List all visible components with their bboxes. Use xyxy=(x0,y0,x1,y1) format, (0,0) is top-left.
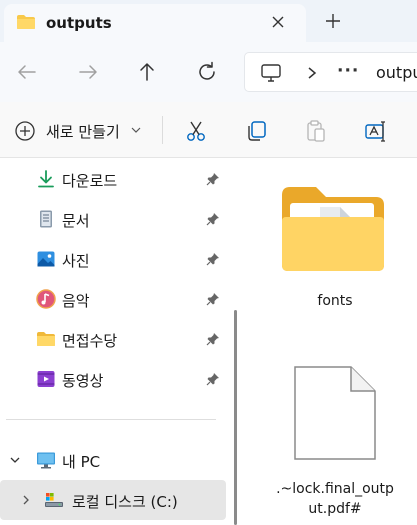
sidebar-item-documents[interactable]: 문서 xyxy=(0,199,226,239)
close-icon[interactable] xyxy=(268,12,288,32)
sidebar-item-label: 문서 xyxy=(62,212,90,230)
arrow-left-icon[interactable] xyxy=(14,59,40,85)
plus-circle-icon xyxy=(15,121,35,141)
chevron-right-icon[interactable] xyxy=(305,64,319,82)
sidebar-item-label: 내 PC xyxy=(62,453,101,471)
pin-icon[interactable] xyxy=(206,212,220,226)
document-icon xyxy=(40,210,52,228)
sidebar-item-downloads[interactable]: 다운로드 xyxy=(0,159,226,199)
sidebar-item-label: 동영상 xyxy=(62,372,104,390)
tab-outputs[interactable]: outputs xyxy=(4,4,306,42)
pin-icon[interactable] xyxy=(206,252,220,266)
command-bar: 새로 만들기 xyxy=(0,102,417,158)
paste-icon[interactable] xyxy=(304,119,328,143)
sidebar-item-label: 사진 xyxy=(62,252,90,270)
pin-icon[interactable] xyxy=(206,332,220,346)
file-item-document[interactable]: .~lock.final_outp ut.pdf# xyxy=(244,355,417,525)
file-icon xyxy=(294,366,376,460)
navigation-bar: ··· outputs xyxy=(0,42,417,102)
file-list: fonts .~lock.final_outp ut.pdf# xyxy=(244,159,417,525)
sidebar-item-music[interactable]: 음악 xyxy=(0,279,226,319)
pin-icon[interactable] xyxy=(206,292,220,306)
music-icon xyxy=(36,289,56,309)
sidebar-item-label: 음악 xyxy=(62,292,90,310)
file-name-line1: .~lock.final_outp xyxy=(276,481,394,497)
tab-bar: outputs xyxy=(0,0,417,42)
sidebar-item-this-pc[interactable]: 내 PC xyxy=(0,440,226,480)
cut-icon[interactable] xyxy=(184,119,208,143)
pictures-icon xyxy=(37,251,55,267)
sidebar-item-label: 다운로드 xyxy=(62,172,118,190)
file-item-folder[interactable]: fonts xyxy=(244,159,417,319)
drive-icon xyxy=(45,493,63,507)
download-icon xyxy=(38,170,54,188)
chevron-down-icon[interactable] xyxy=(9,454,21,466)
file-name-line2: ut.pdf# xyxy=(308,501,362,517)
tab-title: outputs xyxy=(46,14,112,32)
videos-icon xyxy=(37,371,55,387)
sidebar-divider xyxy=(6,419,216,420)
sidebar-item-pictures[interactable]: 사진 xyxy=(0,239,226,279)
copy-icon[interactable] xyxy=(244,119,268,143)
chevron-right-icon[interactable] xyxy=(20,494,32,506)
computer-icon[interactable] xyxy=(260,63,282,83)
chevron-down-icon xyxy=(131,127,141,133)
folder-icon xyxy=(282,187,384,271)
monitor-icon xyxy=(37,452,55,469)
refresh-icon[interactable] xyxy=(194,59,220,85)
arrow-right-icon[interactable] xyxy=(75,59,101,85)
navigation-pane: 다운로드 문서 사진 음악 면접수당 동영상 내 PC 로컬 디스크 (C:) xyxy=(0,159,232,525)
sidebar-item-label: 로컬 디스크 (C:) xyxy=(72,493,178,511)
scrollbar-thumb[interactable] xyxy=(234,310,237,525)
sidebar-item-label: 면접수당 xyxy=(62,332,118,350)
path-overflow[interactable]: ··· xyxy=(337,61,359,81)
new-button[interactable]: 새로 만들기 xyxy=(12,118,147,144)
pin-icon[interactable] xyxy=(206,372,220,386)
folder-icon xyxy=(37,332,55,346)
arrow-up-icon[interactable] xyxy=(134,59,160,85)
folder-icon xyxy=(17,15,35,29)
rename-icon[interactable] xyxy=(364,119,388,143)
sidebar-item-local-disk[interactable]: 로컬 디스크 (C:) xyxy=(0,480,226,520)
address-bar[interactable]: ··· outputs xyxy=(244,52,417,92)
toolbar-divider xyxy=(162,116,163,144)
sidebar-item-videos[interactable]: 동영상 xyxy=(0,359,226,399)
plus-icon[interactable] xyxy=(322,10,344,32)
pin-icon[interactable] xyxy=(206,172,220,186)
address-path[interactable]: outputs xyxy=(376,63,417,82)
file-name: fonts xyxy=(317,293,353,309)
new-button-label: 새로 만들기 xyxy=(46,123,120,141)
sidebar-item-interview-allowance[interactable]: 면접수당 xyxy=(0,319,226,359)
